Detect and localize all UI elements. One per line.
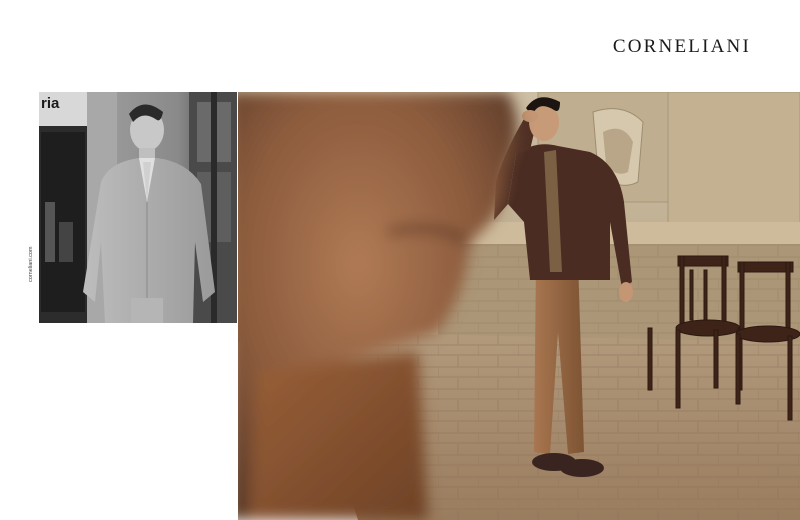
- brand-logo: CORNELIANI: [612, 36, 751, 57]
- side-caption: corneliani.com: [28, 246, 34, 282]
- shop-sign-text: ria: [41, 95, 60, 112]
- bw-photo-illustration: [39, 92, 237, 323]
- bw-portrait-photo: ria: [39, 92, 237, 323]
- main-campaign-photo: [238, 92, 800, 520]
- main-photo-illustration: [238, 92, 800, 520]
- ad-page: CORNELIANI corneliani.com ria: [0, 0, 800, 520]
